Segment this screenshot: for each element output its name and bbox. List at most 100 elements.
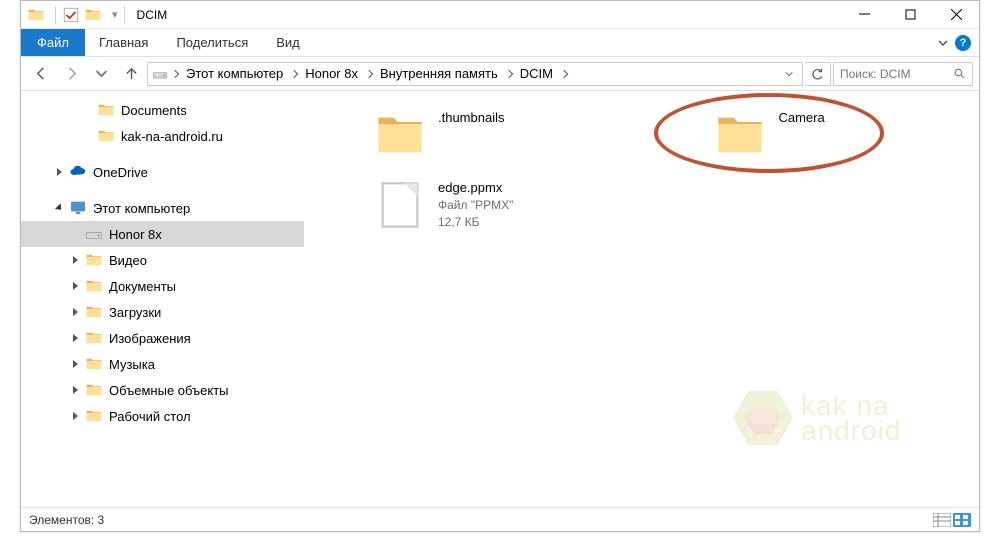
- item-size: 12,7 КБ: [438, 214, 513, 231]
- content-pane[interactable]: .thumbnails Camera edge.ppmx Файл "PPMX"…: [304, 91, 979, 507]
- status-items-label: Элементов:: [29, 513, 94, 527]
- quick-access-properties-icon[interactable]: [62, 6, 80, 24]
- help-icon[interactable]: ?: [955, 35, 971, 51]
- folder-img-icon: [85, 329, 103, 347]
- folder-icon: [97, 101, 115, 119]
- tree-item[interactable]: Этот компьютер: [21, 195, 304, 221]
- pc-icon: [69, 199, 87, 217]
- expand-icon[interactable]: [69, 410, 81, 422]
- expand-icon[interactable]: [69, 280, 81, 292]
- close-button[interactable]: [933, 1, 979, 29]
- navigation-tree[interactable]: Documents kak-na-android.ru OneDrive Этот к…: [21, 91, 304, 507]
- view-details-icon[interactable]: [933, 513, 951, 527]
- tree-item-label: Этот компьютер: [93, 201, 190, 216]
- tree-item[interactable]: Документы: [21, 273, 304, 299]
- address-bar: Этот компьютер Honor 8x Внутренняя памят…: [21, 57, 979, 91]
- nav-recent-dropdown[interactable]: [87, 60, 115, 88]
- nav-forward-button[interactable]: [57, 60, 85, 88]
- tree-item-label: OneDrive: [93, 165, 148, 180]
- tree-item[interactable]: Рабочий стол: [21, 403, 304, 429]
- folder-desk-icon: [85, 407, 103, 425]
- breadcrumb-root-icon: [152, 66, 168, 82]
- tree-item-label: Documents: [121, 103, 187, 118]
- folder-mus-icon: [85, 355, 103, 373]
- chevron-right-icon[interactable]: [171, 69, 179, 77]
- crumb-device[interactable]: Honor 8x: [301, 66, 362, 81]
- ribbon-file-tab[interactable]: Файл: [21, 29, 85, 56]
- folder-item[interactable]: Camera: [714, 109, 824, 161]
- file-icon: [374, 179, 426, 231]
- tree-item[interactable]: Видео: [21, 247, 304, 273]
- expand-icon[interactable]: [69, 332, 81, 344]
- search-placeholder: Поиск: DCIM: [840, 67, 953, 81]
- tree-item[interactable]: Загрузки: [21, 299, 304, 325]
- tree-item-label: Документы: [109, 279, 176, 294]
- expand-icon[interactable]: [69, 358, 81, 370]
- folder-icon: [714, 109, 766, 161]
- separator: [124, 6, 125, 24]
- title-bar: ▾ DCIM: [21, 1, 979, 29]
- qat-dropdown-icon[interactable]: ▾: [112, 8, 118, 21]
- tree-item[interactable]: kak-na-android.ru: [21, 123, 304, 149]
- crumb-current[interactable]: DCIM: [516, 66, 557, 81]
- chevron-down-icon[interactable]: [784, 69, 794, 79]
- tree-item-label: Рабочий стол: [109, 409, 191, 424]
- maximize-button[interactable]: [887, 1, 933, 29]
- ribbon-expand-icon[interactable]: [937, 37, 949, 49]
- search-icon: [953, 67, 966, 80]
- folder-dl-icon: [85, 303, 103, 321]
- onedrive-icon: [69, 163, 87, 181]
- expand-icon[interactable]: [69, 384, 81, 396]
- folder-doc-icon: [85, 277, 103, 295]
- tree-item[interactable]: OneDrive: [21, 159, 304, 185]
- folder-3d-icon: [85, 381, 103, 399]
- tree-item-label: Изображения: [109, 331, 191, 346]
- body: Documents kak-na-android.ru OneDrive Этот к…: [21, 91, 979, 507]
- crumb-this-pc[interactable]: Этот компьютер: [182, 66, 287, 81]
- annotation-highlight: [654, 93, 884, 173]
- quick-access-newfolder-icon[interactable]: [84, 6, 102, 24]
- item-name: .thumbnails: [438, 109, 504, 127]
- expand-icon[interactable]: [69, 254, 81, 266]
- folder-icon: [374, 109, 426, 161]
- tree-item-label: Видео: [109, 253, 147, 268]
- status-bar: Элементов: 3: [21, 507, 979, 531]
- tree-item[interactable]: Изображения: [21, 325, 304, 351]
- chevron-right-icon[interactable]: [365, 69, 373, 77]
- ribbon: Файл Главная Поделиться Вид ?: [21, 29, 979, 57]
- chevron-right-icon[interactable]: [560, 69, 568, 77]
- tree-item-label: Honor 8x: [109, 227, 162, 242]
- chevron-right-icon[interactable]: [505, 69, 513, 77]
- search-input[interactable]: Поиск: DCIM: [833, 62, 973, 86]
- minimize-button[interactable]: [841, 1, 887, 29]
- tree-item-label: kak-na-android.ru: [121, 129, 223, 144]
- tree-item[interactable]: Documents: [21, 97, 304, 123]
- expand-icon[interactable]: [69, 306, 81, 318]
- expand-icon[interactable]: [53, 202, 65, 214]
- file-item[interactable]: edge.ppmx Файл "PPMX" 12,7 КБ: [374, 179, 513, 231]
- window-title: DCIM: [137, 8, 168, 22]
- breadcrumb-box[interactable]: Этот компьютер Honor 8x Внутренняя памят…: [147, 62, 803, 86]
- tree-item[interactable]: Объемные объекты: [21, 377, 304, 403]
- tree-item[interactable]: Honor 8x: [21, 221, 304, 247]
- refresh-button[interactable]: [805, 62, 831, 86]
- status-items-count: 3: [98, 513, 105, 527]
- chevron-right-icon[interactable]: [290, 69, 298, 77]
- ribbon-tab-home[interactable]: Главная: [85, 29, 162, 56]
- ribbon-tab-view[interactable]: Вид: [262, 29, 314, 56]
- tree-item[interactable]: Музыка: [21, 351, 304, 377]
- watermark: kak naandroid: [733, 373, 953, 463]
- ribbon-tab-share[interactable]: Поделиться: [162, 29, 262, 56]
- folder-vid-icon: [85, 251, 103, 269]
- crumb-storage[interactable]: Внутренняя память: [376, 66, 502, 81]
- nav-up-button[interactable]: [117, 60, 145, 88]
- tree-item-label: Объемные объекты: [109, 383, 229, 398]
- separator: [55, 6, 56, 24]
- nav-back-button[interactable]: [27, 60, 55, 88]
- tree-item-label: Музыка: [109, 357, 155, 372]
- view-large-icon[interactable]: [953, 513, 971, 527]
- expand-icon[interactable]: [53, 166, 65, 178]
- item-name: edge.ppmx: [438, 179, 513, 197]
- folder-item[interactable]: .thumbnails: [374, 109, 504, 161]
- item-name: Camera: [778, 109, 824, 127]
